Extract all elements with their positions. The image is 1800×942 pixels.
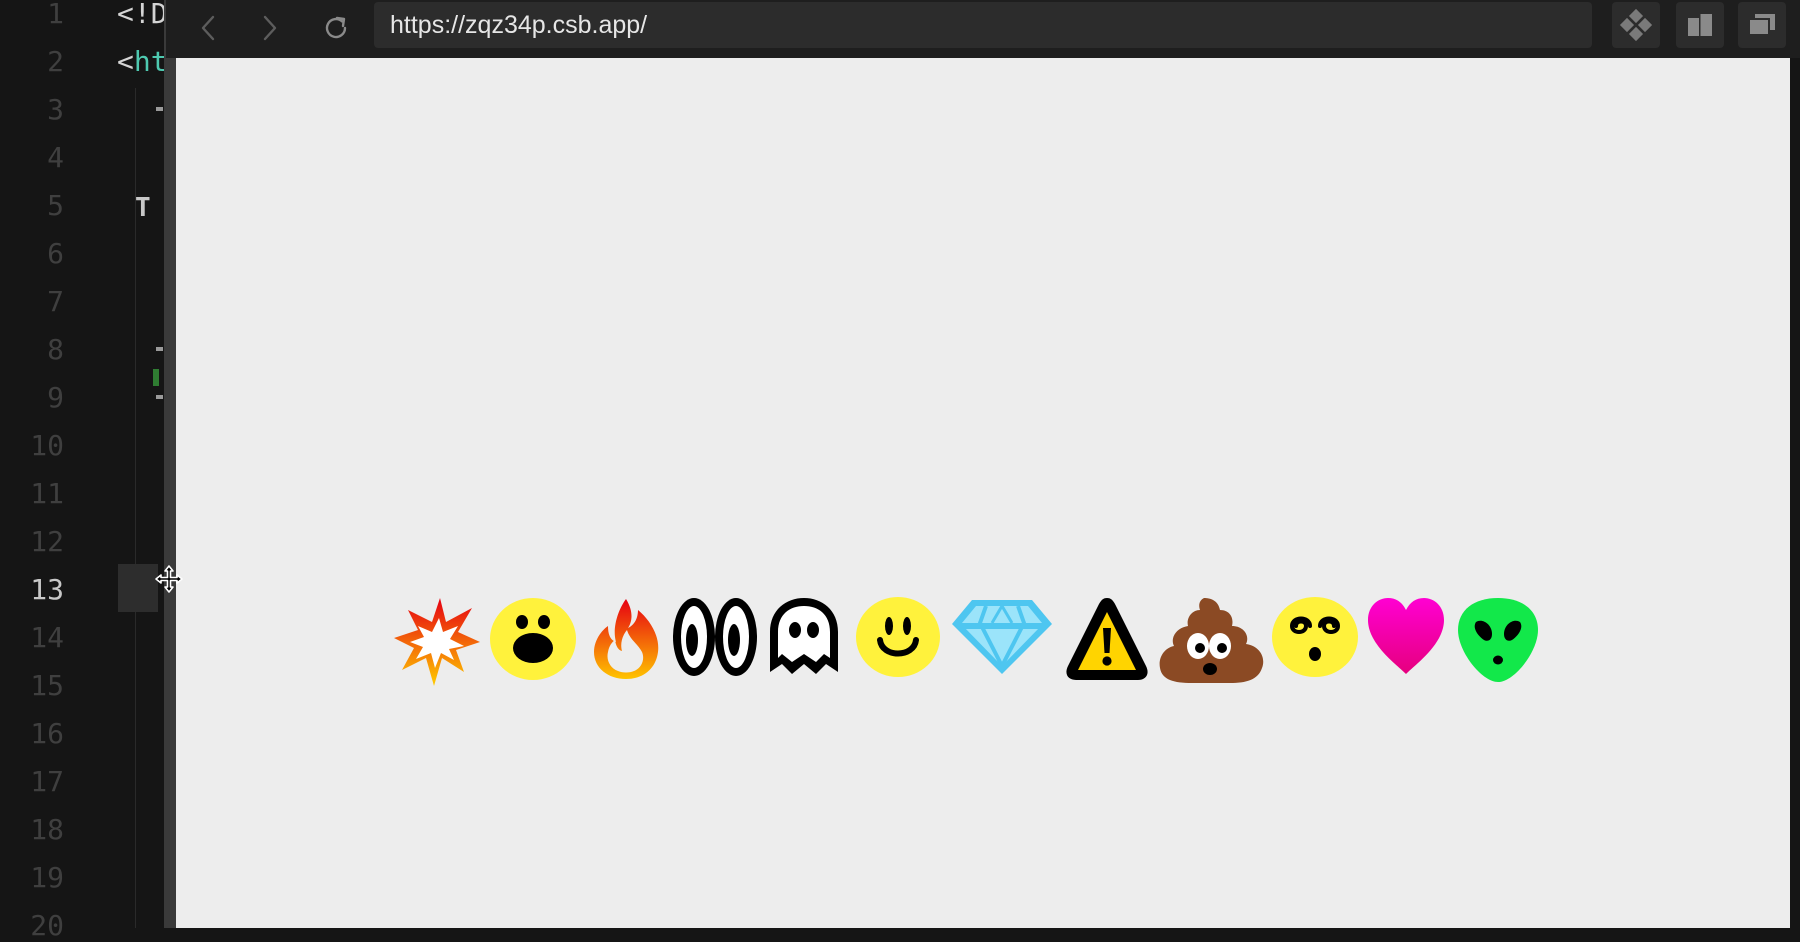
shocked-face-icon	[490, 598, 576, 680]
line-number: 15	[30, 669, 64, 702]
browser-toolbar: https://zqz34p.csb.app/	[166, 0, 1800, 58]
alien-icon	[1458, 598, 1538, 682]
resize-cursor-icon	[155, 565, 183, 593]
code-line-1[interactable]: <!D	[117, 0, 168, 30]
explosion-icon	[394, 598, 480, 686]
line-number: 2	[47, 45, 64, 78]
panel-edge	[1790, 58, 1800, 928]
code-fragment-mark	[156, 107, 163, 111]
line-number: 9	[47, 381, 64, 414]
url-text: https://zqz34p.csb.app/	[390, 10, 648, 39]
diamond-icon	[952, 600, 1052, 674]
line-number: 5	[47, 189, 64, 222]
line-number: 19	[30, 861, 64, 894]
poop-icon	[1159, 598, 1264, 683]
code-fragment-mark	[156, 347, 163, 351]
browser-preview-panel: https://zqz34p.csb.app/	[166, 0, 1800, 928]
chevron-right-icon	[263, 15, 277, 41]
code-line-2[interactable]: <ht	[117, 46, 168, 78]
line-number: 4	[47, 141, 64, 174]
line-number: 10	[30, 429, 64, 462]
emoji-row	[392, 596, 1572, 688]
devtools-diamond-icon	[1619, 8, 1653, 42]
warning-icon	[1066, 598, 1148, 680]
git-change-marker	[153, 369, 159, 386]
heart-icon	[1368, 598, 1444, 674]
back-button[interactable]	[186, 6, 230, 50]
code-tag: ht	[133, 45, 168, 78]
code-fragment-mark	[156, 395, 163, 399]
line-number: 7	[47, 285, 64, 318]
url-bar[interactable]: https://zqz34p.csb.app/	[374, 2, 1592, 48]
split-view-icon	[1688, 14, 1712, 36]
line-number: 6	[47, 237, 64, 270]
new-window-icon	[1748, 14, 1775, 36]
line-number-gutter: 1 2 3 4 5 6 7 8 9 10 11 12 13 14 15 16 1…	[0, 0, 118, 942]
line-number: 18	[30, 813, 64, 846]
line-number: 17	[30, 765, 64, 798]
line-number: 1	[47, 0, 64, 30]
code-line-5: T	[135, 193, 151, 223]
code-punct: <	[117, 45, 134, 78]
line-number: 12	[30, 525, 64, 558]
eyes-icon	[673, 598, 757, 676]
line-number: 16	[30, 717, 64, 750]
line-number-active: 13	[30, 573, 64, 606]
split-view-button[interactable]	[1676, 2, 1724, 48]
line-number: 20	[30, 909, 64, 942]
preview-viewport	[176, 58, 1790, 928]
chevron-left-icon	[201, 15, 215, 41]
new-window-button[interactable]	[1738, 2, 1786, 48]
line-number: 14	[30, 621, 64, 654]
devtools-button[interactable]	[1612, 2, 1660, 48]
active-line-highlight	[118, 564, 158, 612]
smiley-face-icon	[856, 597, 940, 677]
resize-handle[interactable]	[166, 58, 176, 928]
reload-button[interactable]	[314, 6, 358, 50]
line-number: 3	[47, 93, 64, 126]
line-number: 8	[47, 333, 64, 366]
ghost-icon	[770, 598, 838, 674]
dizzy-face-icon	[1272, 597, 1358, 677]
line-number: 11	[30, 477, 64, 510]
fire-icon	[594, 599, 659, 679]
forward-button[interactable]	[248, 6, 292, 50]
reload-icon	[325, 16, 347, 39]
